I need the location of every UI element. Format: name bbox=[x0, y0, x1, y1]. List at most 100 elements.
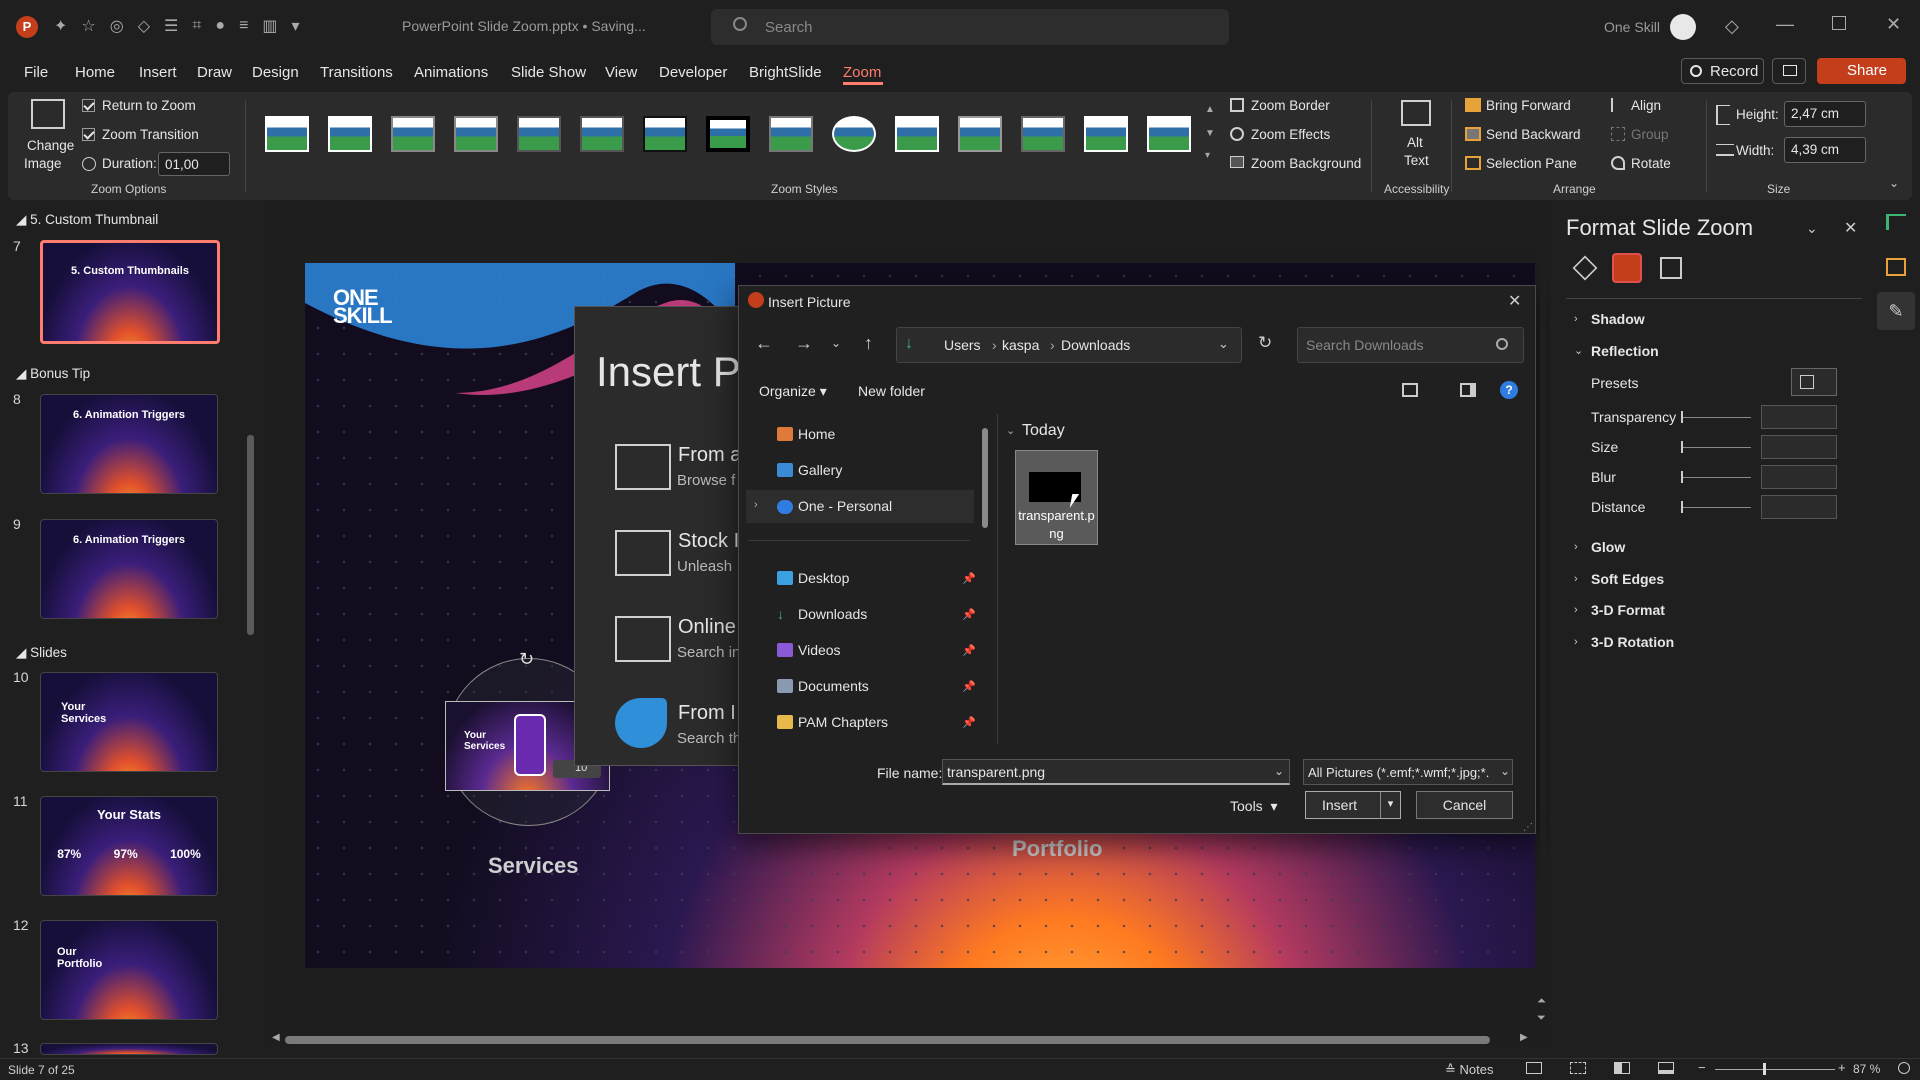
nav-scrollbar[interactable] bbox=[982, 428, 988, 528]
share-button[interactable]: Share bbox=[1817, 58, 1906, 84]
recent-dropdown-icon[interactable]: ⌄ bbox=[831, 336, 841, 350]
tab-file[interactable]: File bbox=[24, 64, 48, 81]
zoom-style-7[interactable] bbox=[643, 116, 687, 152]
gallery-expand-icon[interactable]: ▾ bbox=[1205, 150, 1210, 161]
width-input[interactable]: 4,39 cm bbox=[1784, 137, 1866, 163]
reflection-size-input[interactable] bbox=[1761, 435, 1837, 459]
comments-button[interactable] bbox=[1772, 58, 1806, 84]
stock-images-option[interactable]: Stock I bbox=[678, 530, 739, 553]
dialog-close-button[interactable]: ✕ bbox=[1508, 291, 1528, 311]
nav-gallery[interactable]: Gallery bbox=[798, 462, 842, 478]
gallery-scroll-down-icon[interactable]: ▼ bbox=[1205, 128, 1215, 139]
new-folder-button[interactable]: New folder bbox=[858, 383, 925, 399]
send-backward-button[interactable]: Send Backward bbox=[1486, 127, 1581, 142]
zoom-style-9[interactable] bbox=[769, 116, 813, 152]
slide-thumbnail-10[interactable]: Your Services bbox=[40, 672, 218, 772]
up-arrow-icon[interactable]: ↑ bbox=[864, 333, 873, 354]
tab-animations[interactable]: Animations bbox=[414, 64, 488, 81]
zoom-background-button[interactable]: Zoom Background bbox=[1251, 156, 1361, 171]
group-button[interactable]: Group bbox=[1631, 127, 1669, 142]
pin-icon[interactable]: 📌 bbox=[962, 680, 976, 693]
forward-arrow-icon[interactable]: → bbox=[795, 333, 813, 354]
nav-videos[interactable]: Videos bbox=[798, 642, 841, 658]
layout-icon[interactable]: ▥ bbox=[262, 16, 277, 36]
resize-grip-icon[interactable]: ⋰ bbox=[1523, 822, 1533, 833]
section-3d-rotation[interactable]: 3-D Rotation bbox=[1591, 634, 1674, 650]
nav-downloads[interactable]: Downloads bbox=[798, 606, 867, 622]
designer-icon[interactable] bbox=[1886, 214, 1906, 230]
magic-icon[interactable]: ✦ bbox=[54, 16, 67, 36]
slide-thumbnail-11[interactable]: Your Stats 87% 97% 100% bbox=[40, 796, 218, 896]
format-pane-toggle-icon[interactable]: ✎ bbox=[1877, 292, 1915, 330]
file-name-dropdown-icon[interactable]: ⌄ bbox=[1274, 764, 1284, 778]
blur-input[interactable] bbox=[1761, 465, 1837, 489]
slide-thumbnail-12[interactable]: Our Portfolio bbox=[40, 920, 218, 1020]
tab-home[interactable]: Home bbox=[75, 64, 115, 81]
section-custom-thumbnail[interactable]: ◢ 5. Custom Thumbnail bbox=[16, 212, 158, 228]
file-name-input[interactable]: transparent.png bbox=[942, 759, 1290, 785]
zoom-style-3[interactable] bbox=[391, 116, 435, 152]
zoom-style-11[interactable] bbox=[895, 116, 939, 152]
zoom-style-5[interactable] bbox=[517, 116, 561, 152]
normal-view-icon[interactable] bbox=[1526, 1062, 1542, 1074]
nav-documents[interactable]: Documents bbox=[798, 678, 869, 694]
palette-icon[interactable]: ● bbox=[215, 17, 225, 35]
effects-icon[interactable] bbox=[1612, 253, 1642, 283]
zoom-style-2[interactable] bbox=[328, 116, 372, 152]
filter-dropdown-icon[interactable]: ⌄ bbox=[1500, 764, 1510, 778]
back-arrow-icon[interactable]: ← bbox=[755, 333, 773, 354]
refresh-icon[interactable]: ↻ bbox=[1258, 333, 1272, 353]
zoom-slider[interactable] bbox=[1715, 1063, 1835, 1075]
zoom-style-14[interactable] bbox=[1084, 116, 1128, 152]
insert-split-arrow-icon[interactable]: ▾ bbox=[1380, 792, 1400, 818]
online-pictures-option[interactable]: Online bbox=[678, 616, 736, 639]
alt-text-label-1[interactable]: Alt bbox=[1407, 135, 1423, 150]
next-slide-icon[interactable]: ⏷ bbox=[1537, 1012, 1546, 1025]
zoom-level[interactable]: 87 % bbox=[1853, 1062, 1880, 1076]
breadcrumb-kaspa[interactable]: kaspa bbox=[1002, 337, 1039, 353]
zoom-style-13[interactable] bbox=[1021, 116, 1065, 152]
shapes-icon[interactable]: ◇ bbox=[138, 16, 150, 36]
section-reflection[interactable]: Reflection bbox=[1591, 343, 1659, 359]
zoom-style-8[interactable] bbox=[706, 116, 750, 152]
tab-zoom[interactable]: Zoom bbox=[843, 64, 881, 81]
transparency-slider[interactable] bbox=[1681, 411, 1751, 423]
organize-menu[interactable]: Organize ▾ bbox=[759, 383, 827, 400]
avatar[interactable] bbox=[1670, 14, 1696, 40]
zoom-in-icon[interactable]: + bbox=[1838, 1060, 1846, 1075]
insert-button[interactable]: Insert ▾ bbox=[1305, 791, 1401, 819]
zoom-style-10[interactable] bbox=[832, 116, 876, 152]
target-icon[interactable]: ◎ bbox=[110, 16, 124, 36]
slideshow-icon[interactable] bbox=[1658, 1062, 1674, 1074]
tab-brightslide[interactable]: BrightSlide bbox=[749, 64, 822, 81]
scroll-left-icon[interactable]: ◀ bbox=[272, 1032, 280, 1043]
zoom-out-icon[interactable]: − bbox=[1698, 1060, 1706, 1075]
tab-draw[interactable]: Draw bbox=[197, 64, 232, 81]
group-collapse-icon[interactable]: ⌄ bbox=[1006, 424, 1015, 437]
tools-menu[interactable]: Tools ▾ bbox=[1230, 798, 1278, 815]
blur-slider[interactable] bbox=[1681, 471, 1751, 483]
zoom-style-12[interactable] bbox=[958, 116, 1002, 152]
zoom-style-4[interactable] bbox=[454, 116, 498, 152]
search-downloads-input[interactable]: Search Downloads bbox=[1297, 327, 1524, 363]
section-soft-edges[interactable]: Soft Edges bbox=[1591, 571, 1664, 587]
crop-icon[interactable]: ⌗ bbox=[192, 17, 201, 35]
shapes-pane-icon[interactable] bbox=[1886, 258, 1906, 276]
scroll-right-icon[interactable]: ▶ bbox=[1520, 1032, 1528, 1043]
tab-developer[interactable]: Developer bbox=[659, 64, 727, 81]
return-to-zoom-checkbox[interactable] bbox=[82, 99, 95, 112]
expand-chevron-icon[interactable]: › bbox=[754, 499, 758, 511]
pin-icon[interactable]: 📌 bbox=[962, 572, 976, 585]
transparency-input[interactable] bbox=[1761, 405, 1837, 429]
slide-thumbnail-13[interactable] bbox=[40, 1043, 218, 1055]
align-button[interactable]: Align bbox=[1631, 98, 1661, 113]
zoom-style-15[interactable] bbox=[1147, 116, 1191, 152]
breadcrumb-users[interactable]: Users bbox=[944, 337, 981, 353]
more-icon[interactable]: ▾ bbox=[292, 16, 300, 36]
reading-view-icon[interactable] bbox=[1614, 1062, 1630, 1074]
diamond-icon[interactable]: ◇ bbox=[1725, 16, 1739, 37]
pin-icon[interactable]: 📌 bbox=[962, 644, 976, 657]
document-title[interactable]: PowerPoint Slide Zoom.pptx • Saving... bbox=[402, 18, 646, 34]
from-device-option[interactable]: From a bbox=[678, 444, 741, 467]
horizontal-scrollbar[interactable] bbox=[285, 1036, 1490, 1044]
